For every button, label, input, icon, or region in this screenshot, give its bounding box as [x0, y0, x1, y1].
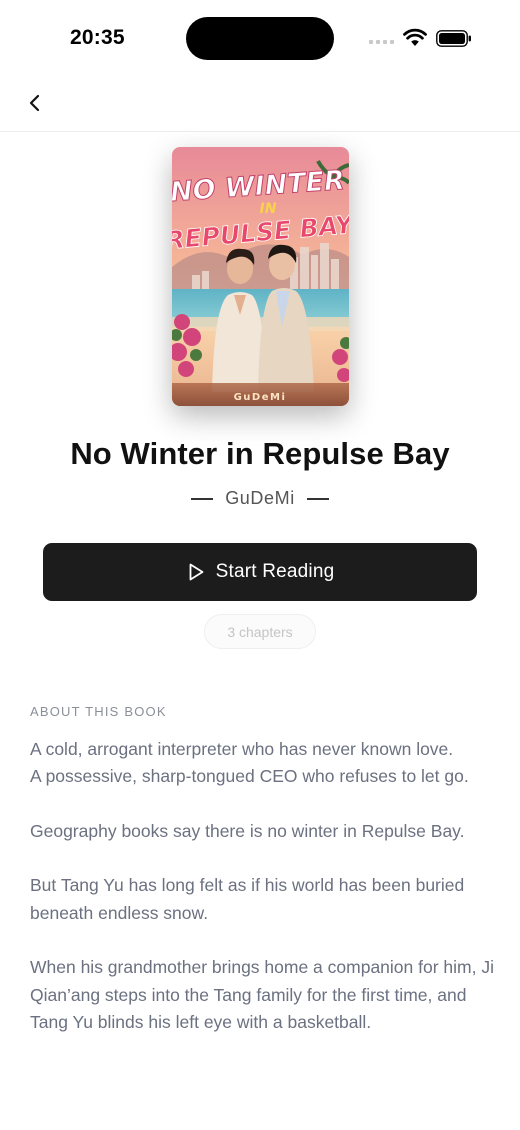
- dynamic-island: [186, 17, 334, 60]
- author-name[interactable]: GuDeMi: [225, 488, 295, 509]
- about-heading: ABOUT THIS BOOK: [30, 704, 167, 719]
- cellular-signal-icon: [369, 40, 394, 44]
- cover-title-line2: IN: [260, 201, 277, 217]
- chapters-count-badge: 3 chapters: [204, 614, 316, 649]
- description-paragraph: But Tang Yu has long felt as if his worl…: [30, 875, 465, 923]
- author-row: GuDeMi: [0, 488, 520, 509]
- description-paragraph: When his grandmother brings home a compa…: [30, 957, 494, 1032]
- author-dash-right: [306, 497, 329, 500]
- wifi-icon: [403, 28, 427, 46]
- start-reading-label: Start Reading: [215, 561, 335, 582]
- status-bar: 20:35: [0, 0, 520, 76]
- start-reading-button[interactable]: Start Reading: [43, 543, 477, 601]
- battery-icon: [436, 30, 471, 47]
- description-paragraph: A cold, arrogant interpreter who has nev…: [30, 739, 469, 787]
- author-dash-left: [191, 497, 214, 500]
- nav-bar: [0, 76, 520, 132]
- book-description: A cold, arrogant interpreter who has nev…: [30, 736, 498, 1064]
- chevron-left-icon[interactable]: [24, 92, 46, 114]
- book-title: No Winter in Repulse Bay: [70, 436, 450, 471]
- status-time: 20:35: [70, 26, 125, 49]
- book-cover[interactable]: NO WINTER IN REPULSE BAY GuDeMi: [172, 147, 349, 406]
- cover-author: GuDeMi: [234, 392, 287, 403]
- play-icon: [189, 563, 204, 581]
- description-paragraph: Geography books say there is no winter i…: [30, 820, 465, 841]
